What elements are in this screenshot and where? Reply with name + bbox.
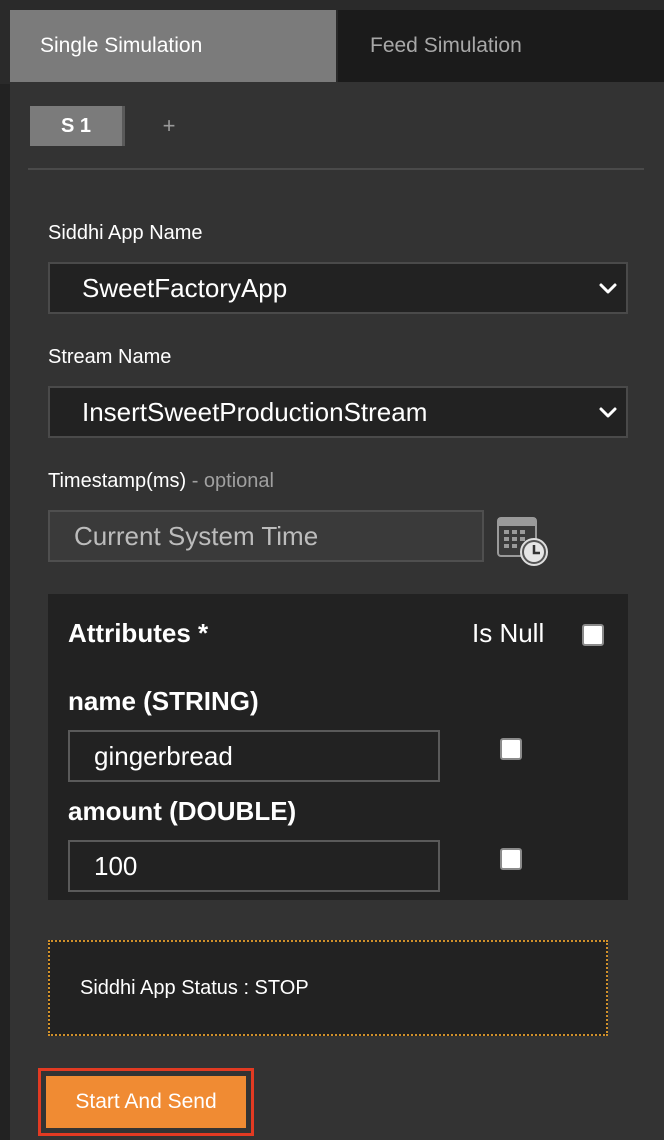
attribute-amount-label: amount (DOUBLE) (68, 796, 297, 826)
single-simulation-panel: S 1 + Siddhi App Name SweetFactoryApp St… (10, 82, 664, 1140)
is-null-all-checkbox[interactable] (582, 624, 604, 646)
chevron-down-icon (599, 407, 617, 418)
app-status-text: Siddhi App Status : STOP (80, 977, 309, 999)
app-status-box: Siddhi App Status : STOP (48, 940, 608, 1036)
timestamp-optional-text: - optional (186, 470, 274, 492)
simulation-tab-s1[interactable]: S 1 (30, 106, 125, 146)
timestamp-input[interactable]: Current System Time (48, 510, 484, 562)
app-name-label: Siddhi App Name (48, 222, 203, 244)
add-simulation-button[interactable]: + (154, 106, 184, 146)
chevron-down-icon (599, 283, 617, 294)
stream-name-value: InsertSweetProductionStream (82, 397, 428, 427)
start-and-send-button[interactable]: Start And Send (46, 1076, 246, 1128)
tab-single-simulation[interactable]: Single Simulation (10, 10, 336, 82)
attribute-name-input[interactable]: gingerbread (68, 730, 440, 782)
attributes-section: Attributes * Is Null name (STRING) ginge… (48, 594, 628, 900)
app-name-value: SweetFactoryApp (82, 273, 288, 303)
is-null-label: Is Null (472, 618, 545, 648)
attribute-amount-input[interactable]: 100 (68, 840, 440, 892)
calendar-clock-icon[interactable] (496, 514, 552, 570)
app-name-select[interactable]: SweetFactoryApp (48, 262, 628, 314)
stream-name-label: Stream Name (48, 346, 172, 368)
tab-feed-simulation[interactable]: Feed Simulation (338, 10, 664, 82)
divider (28, 168, 644, 170)
simulation-page: Single Simulation Feed Simulation S 1 + … (0, 0, 664, 1140)
stream-name-select[interactable]: InsertSweetProductionStream (48, 386, 628, 438)
attributes-title: Attributes * (68, 618, 209, 648)
attribute-amount-null-checkbox[interactable] (500, 848, 522, 870)
attribute-name-label: name (STRING) (68, 686, 259, 716)
timestamp-label-text: Timestamp(ms) (48, 470, 187, 492)
timestamp-label: Timestamp(ms) - optional (48, 470, 274, 493)
attribute-name-null-checkbox[interactable] (500, 738, 522, 760)
simulation-mode-tabs: Single Simulation Feed Simulation (0, 0, 664, 84)
